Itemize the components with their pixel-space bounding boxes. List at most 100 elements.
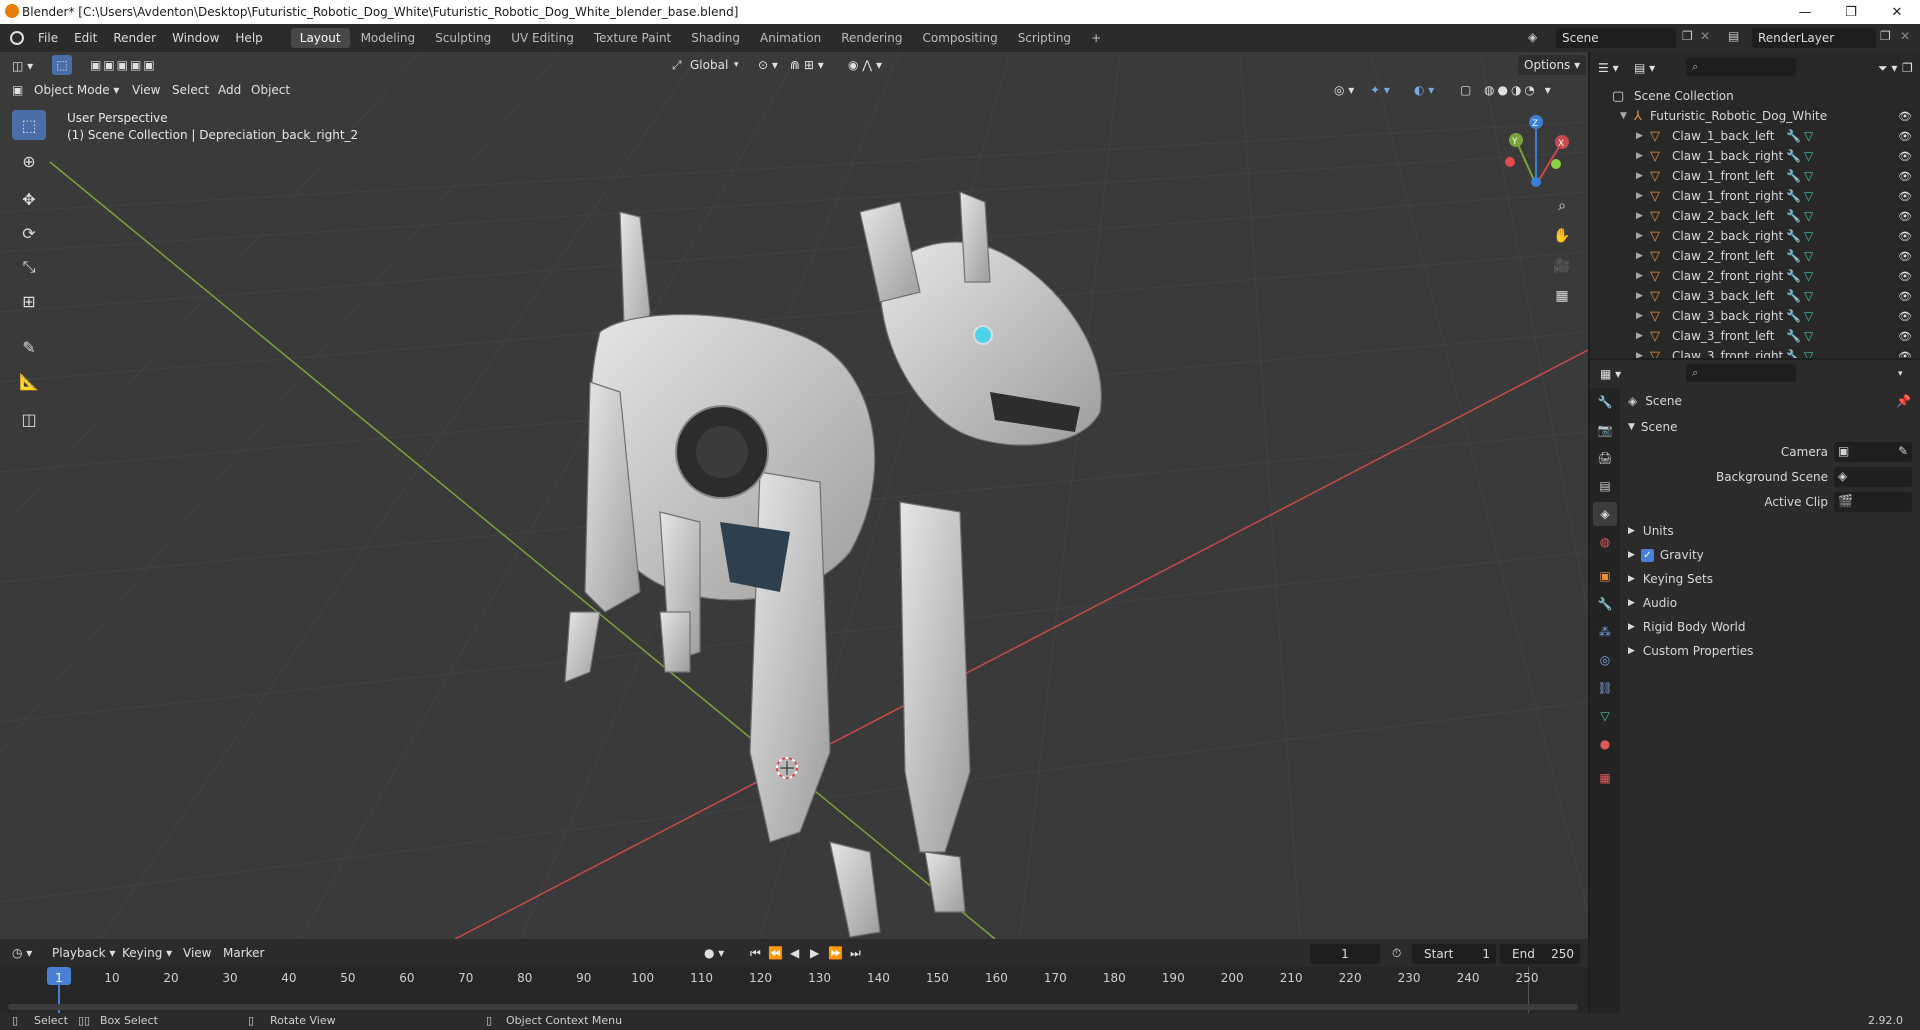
pin-icon[interactable]: 📌 xyxy=(1896,394,1911,408)
units-section[interactable]: ▶ Units xyxy=(1628,524,1674,538)
view-layer-icon[interactable]: ▤ xyxy=(1728,29,1739,43)
mesh-data-icon[interactable]: ▽ xyxy=(1804,149,1813,163)
mesh-data-icon[interactable]: ▽ xyxy=(1804,189,1813,203)
delete-view-layer-icon[interactable]: ✕ xyxy=(1900,29,1910,43)
rigid-body-world-section[interactable]: ▶ Rigid Body World xyxy=(1628,620,1745,634)
modifier-tab-icon[interactable]: 🔧 xyxy=(1593,592,1617,616)
mesh-data-icon[interactable]: ▽ xyxy=(1804,309,1813,323)
new-collection-icon[interactable]: ❐ xyxy=(1902,58,1913,78)
background-scene-field[interactable]: ◈ xyxy=(1834,467,1912,487)
eye-icon[interactable]: 👁 xyxy=(1898,150,1912,163)
tab-animation[interactable]: Animation xyxy=(751,28,830,48)
timeline-scrollbar[interactable] xyxy=(8,1004,1578,1010)
delete-scene-icon[interactable]: ✕ xyxy=(1700,29,1710,43)
transform-tool[interactable]: ⊞ xyxy=(12,286,46,316)
data-tab-icon[interactable]: ▽ xyxy=(1593,704,1617,728)
object-tab-icon[interactable]: ▣ xyxy=(1593,564,1617,588)
outliner-editor-type-icon[interactable]: ☰ ▾ xyxy=(1598,58,1619,78)
gravity-checkbox[interactable]: ✓ xyxy=(1640,548,1654,562)
world-tab-icon[interactable]: ◍ xyxy=(1593,530,1617,554)
menu-view[interactable]: View xyxy=(132,80,160,100)
expand-arrow-icon[interactable]: ▶ xyxy=(1636,151,1643,161)
constraints-tab-icon[interactable]: ⛓ xyxy=(1593,676,1617,700)
add-cube-tool[interactable]: ◫ xyxy=(12,404,46,434)
timeline-ruler[interactable]: 1 10 20 30 40 50 60 70 80 90 100 110 120 130 140 150 160… xyxy=(0,967,1588,1013)
gizmo-toggle-icon[interactable]: ✦ ▾ xyxy=(1370,80,1390,100)
eyedropper-icon[interactable]: ✎ xyxy=(1898,444,1908,458)
tab-shading[interactable]: Shading xyxy=(682,28,749,48)
outliner-item[interactable]: ▶ ▽ Claw_2_front_left 🔧 ▽ 👁 xyxy=(1590,246,1920,266)
start-frame-field[interactable]: Start 1 xyxy=(1412,944,1496,964)
move-tool[interactable]: ✥ xyxy=(12,184,46,214)
physics-tab-icon[interactable]: ◎ xyxy=(1593,648,1617,672)
tab-compositing[interactable]: Compositing xyxy=(913,28,1006,48)
expand-arrow-icon[interactable]: ▶ xyxy=(1628,622,1635,632)
current-frame-field[interactable]: 1 xyxy=(1310,944,1380,964)
outliner-scene-collection[interactable]: ▢ Scene Collection xyxy=(1590,86,1920,106)
annotate-tool[interactable]: ✎ xyxy=(12,332,46,362)
expand-arrow-icon[interactable]: ▶ xyxy=(1628,646,1635,656)
modifier-wrench-icon[interactable]: 🔧 xyxy=(1786,129,1801,143)
mesh-data-icon[interactable]: ▽ xyxy=(1804,169,1813,183)
shading-mode-icons[interactable]: ◍●◑◔ ▾ xyxy=(1484,80,1554,100)
scene-selector-icon[interactable]: ◈ xyxy=(1528,30,1537,44)
eye-icon[interactable]: 👁 xyxy=(1898,110,1912,123)
jump-end-icon[interactable]: ⏭ xyxy=(850,943,861,963)
scene-name-field[interactable]: Scene xyxy=(1556,28,1676,48)
menu-render[interactable]: Render xyxy=(105,31,164,45)
modifier-wrench-icon[interactable]: 🔧 xyxy=(1786,149,1801,163)
eye-icon[interactable]: 👁 xyxy=(1898,310,1912,323)
outliner-item[interactable]: ▶ ▽ Claw_2_back_right 🔧 ▽ 👁 xyxy=(1590,226,1920,246)
eye-icon[interactable]: 👁 xyxy=(1898,290,1912,303)
properties-editor-type-icon[interactable]: ▦ ▾ xyxy=(1600,364,1621,384)
mesh-data-icon[interactable]: ▽ xyxy=(1804,129,1813,143)
eye-icon[interactable]: 👁 xyxy=(1898,250,1912,263)
outliner-item[interactable]: ▶ ▽ Claw_1_front_right 🔧 ▽ 👁 xyxy=(1590,186,1920,206)
particles-tab-icon[interactable]: ⁂ xyxy=(1593,620,1617,644)
tab-texture-paint[interactable]: Texture Paint xyxy=(585,28,680,48)
timeline-editor-type-icon[interactable]: ◷ ▾ xyxy=(12,943,32,963)
xray-icon[interactable]: ▢ xyxy=(1460,80,1471,100)
keying-sets-section[interactable]: ▶ Keying Sets xyxy=(1628,572,1713,586)
texture-tab-icon[interactable]: ▦ xyxy=(1593,766,1617,790)
modifier-wrench-icon[interactable]: 🔧 xyxy=(1786,289,1801,303)
scene-panel-header[interactable]: ▼ Scene xyxy=(1628,420,1678,434)
outliner-item[interactable]: ▶ ▽ Claw_3_front_left 🔧 ▽ 👁 xyxy=(1590,326,1920,346)
transform-orientation-dropdown[interactable]: Global xyxy=(690,55,728,75)
active-clip-field[interactable]: 🎬 xyxy=(1834,492,1912,512)
eye-icon[interactable]: 👁 xyxy=(1898,270,1912,283)
modifier-wrench-icon[interactable]: 🔧 xyxy=(1786,169,1801,183)
mesh-data-icon[interactable]: ▽ xyxy=(1804,209,1813,223)
menu-file[interactable]: File xyxy=(30,31,66,45)
new-view-layer-icon[interactable]: ❐ xyxy=(1880,29,1891,43)
modifier-wrench-icon[interactable]: 🔧 xyxy=(1786,269,1801,283)
modifier-wrench-icon[interactable]: 🔧 xyxy=(1786,229,1801,243)
expand-arrow-icon[interactable]: ▶ xyxy=(1628,550,1635,560)
play-icon[interactable]: ▶ xyxy=(810,943,819,963)
select-mode-icon[interactable]: ⬚ xyxy=(52,55,72,75)
expand-arrow-icon[interactable]: ▶ xyxy=(1628,574,1635,584)
view-layer-field[interactable]: RenderLayer xyxy=(1752,28,1876,48)
expand-arrow-icon[interactable]: ▶ xyxy=(1628,526,1635,536)
tab-scripting[interactable]: Scripting xyxy=(1009,28,1080,48)
3d-cursor[interactable] xyxy=(776,757,798,779)
menu-window[interactable]: Window xyxy=(164,31,227,45)
tab-uv-editing[interactable]: UV Editing xyxy=(502,28,583,48)
play-reverse-icon[interactable]: ◀ xyxy=(790,943,799,963)
gravity-section[interactable]: ▶ ✓ Gravity xyxy=(1628,548,1704,562)
tool-tab-icon[interactable]: 🔧 xyxy=(1593,390,1617,414)
outliner-collection-row[interactable]: ▼ ⅄ Futuristic_Robotic_Dog_White 👁 xyxy=(1590,106,1920,126)
proportional-edit-icon[interactable]: ◉ ⋀ ▾ xyxy=(848,55,882,75)
zoom-icon[interactable]: ⌕ xyxy=(1548,192,1576,220)
menu-keying[interactable]: Keying ▾ xyxy=(122,943,172,963)
expand-arrow-icon[interactable]: ▶ xyxy=(1636,251,1643,261)
jump-start-icon[interactable]: ⏮ xyxy=(750,943,761,963)
camera-field[interactable]: ▣ ✎ xyxy=(1834,442,1912,462)
expand-arrow-icon[interactable]: ▶ xyxy=(1636,291,1643,301)
selection-mode-icons[interactable]: ▣▣▣▣▣ xyxy=(90,55,157,75)
eye-icon[interactable]: 👁 xyxy=(1898,130,1912,143)
mesh-data-icon[interactable]: ▽ xyxy=(1804,269,1813,283)
tab-sculpting[interactable]: Sculpting xyxy=(426,28,500,48)
stopwatch-icon[interactable]: ⏱ xyxy=(1392,943,1401,963)
eye-icon[interactable]: 👁 xyxy=(1898,170,1912,183)
